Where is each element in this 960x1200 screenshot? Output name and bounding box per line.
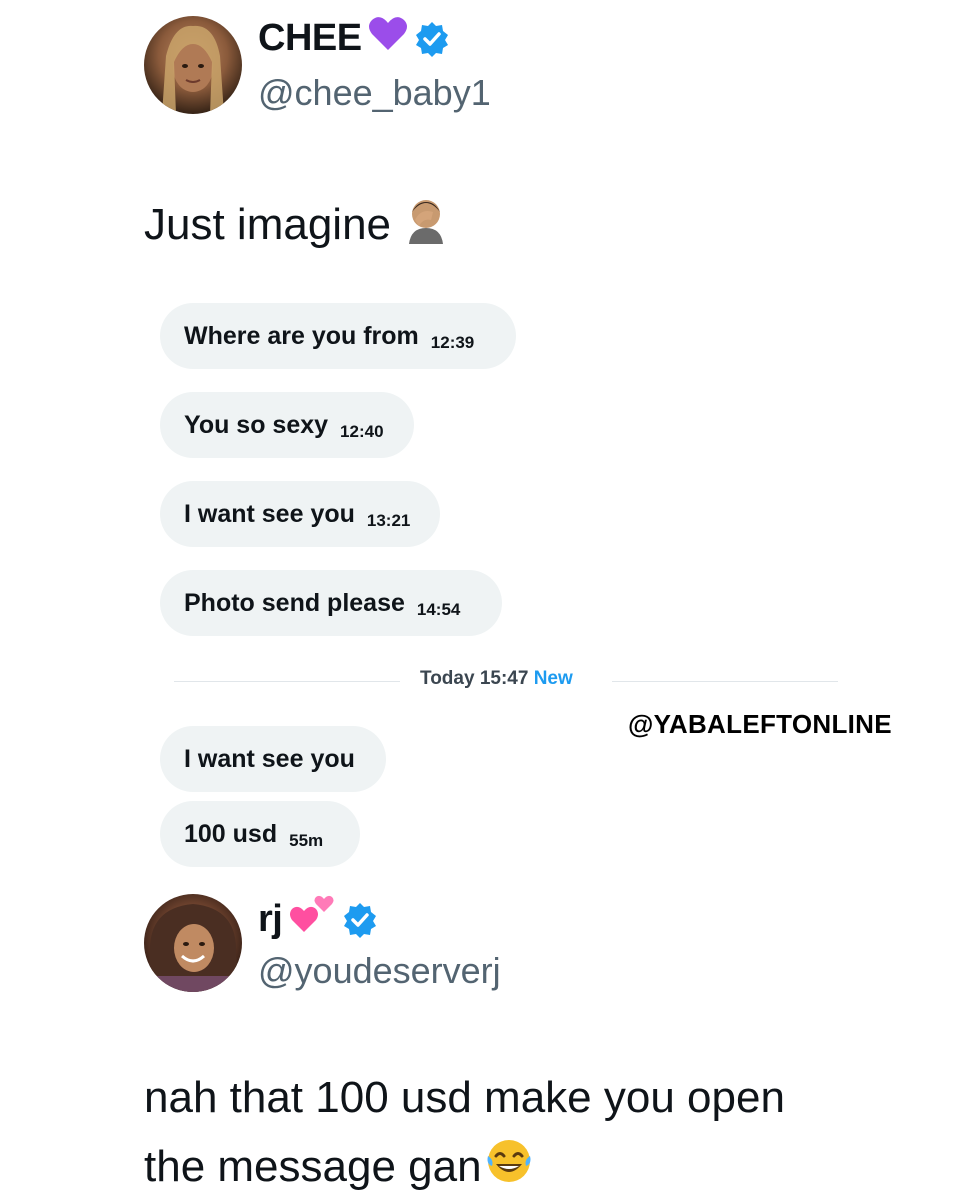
chee-handle[interactable]: @chee_baby1 bbox=[258, 72, 491, 114]
purple-heart-icon bbox=[368, 14, 408, 62]
tweet2-text-line2: the message gan bbox=[144, 1142, 482, 1191]
two-hearts-icon bbox=[288, 894, 336, 944]
chee-name-row: CHEE bbox=[258, 14, 448, 62]
verified-badge-icon bbox=[342, 902, 377, 938]
message-time: 12:39 bbox=[430, 333, 475, 352]
message-bubble[interactable]: Photo send please 14:54 bbox=[160, 570, 502, 636]
facepalm-emoji-icon bbox=[401, 194, 451, 257]
tweet2-text-row2: the message gan bbox=[144, 1136, 534, 1199]
rj-avatar[interactable] bbox=[144, 894, 242, 992]
message-time: 55m bbox=[289, 831, 324, 850]
laughing-tears-emoji-icon bbox=[484, 1136, 534, 1199]
verified-badge-icon bbox=[414, 21, 448, 57]
message-bubble[interactable]: I want see you 13:21 bbox=[160, 481, 440, 547]
tweet1-text: Just imagine bbox=[144, 200, 392, 249]
divider-new-label: New bbox=[533, 668, 573, 689]
divider-line-left bbox=[174, 681, 400, 682]
tweet2-text-line1: nah that 100 usd make you open bbox=[144, 1073, 785, 1122]
message-time: 12:40 bbox=[340, 422, 384, 441]
new-messages-divider: Today 15:47 New bbox=[420, 668, 573, 690]
message-time: 14:54 bbox=[416, 600, 461, 619]
message-text: I want see you bbox=[184, 744, 355, 773]
message-time: 13:21 bbox=[366, 511, 411, 530]
divider-date: Today 15:47 bbox=[420, 668, 529, 689]
message-bubble[interactable]: You so sexy 12:40 bbox=[160, 392, 414, 458]
rj-name-row: rj bbox=[258, 894, 377, 944]
message-text: I want see you bbox=[184, 499, 355, 528]
message-text: Where are you from bbox=[184, 321, 419, 350]
message-text: Photo send please bbox=[184, 588, 405, 617]
message-bubble[interactable]: Where are you from 12:39 bbox=[160, 303, 516, 369]
message-bubble[interactable]: I want see you bbox=[160, 726, 386, 792]
divider-line-right bbox=[612, 681, 838, 682]
watermark: @YABALEFTONLINE bbox=[628, 709, 892, 739]
message-bubble[interactable]: 100 usd 55m bbox=[160, 801, 360, 867]
rj-handle[interactable]: @youdeserverj bbox=[258, 950, 501, 992]
rj-display-name[interactable]: rj bbox=[258, 898, 283, 941]
message-text: 100 usd bbox=[184, 819, 278, 848]
tweet1-text-row: Just imagine bbox=[144, 194, 451, 257]
chee-avatar[interactable] bbox=[144, 16, 242, 114]
chee-display-name[interactable]: CHEE bbox=[258, 17, 362, 60]
message-text: You so sexy bbox=[184, 410, 329, 439]
